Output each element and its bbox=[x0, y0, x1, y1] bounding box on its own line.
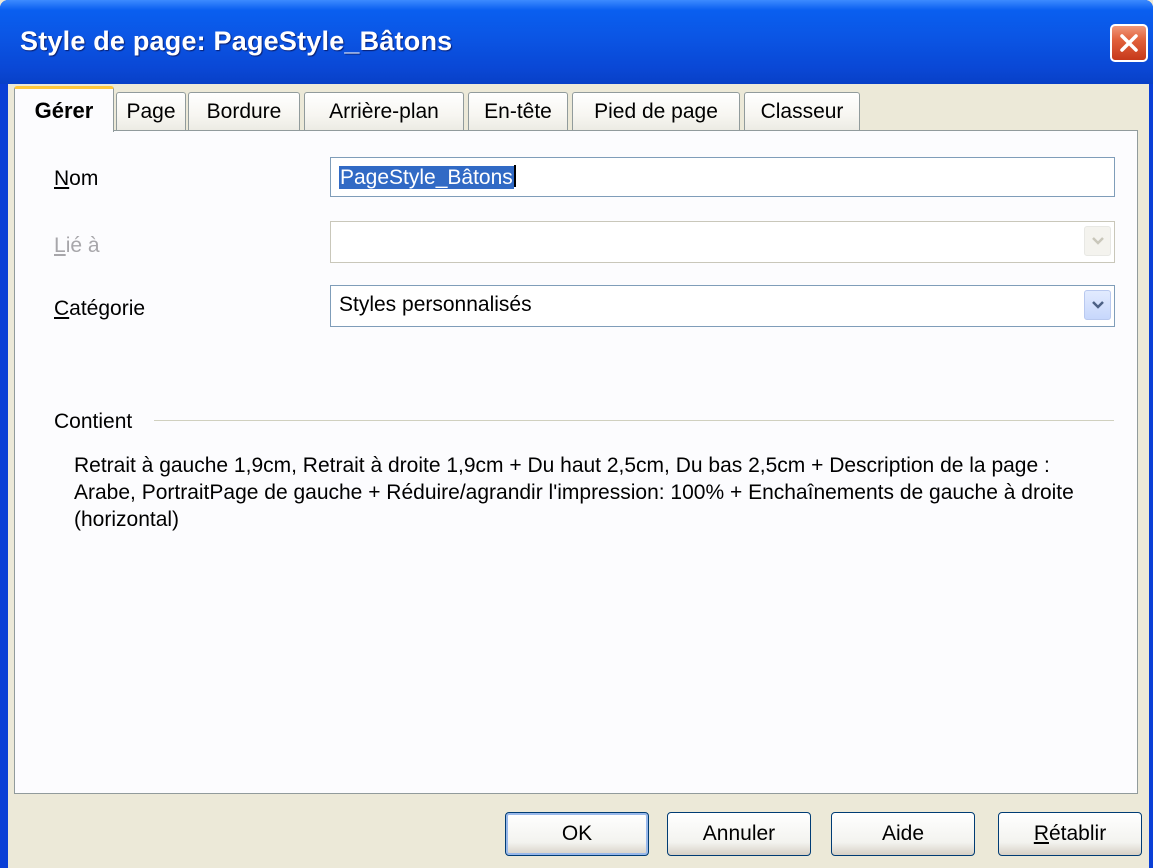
category-dropdown-button[interactable] bbox=[1084, 290, 1111, 320]
tab-label: Arrière-plan bbox=[329, 99, 439, 123]
contains-description: Retrait à gauche 1,9cm, Retrait à droite… bbox=[74, 454, 1074, 531]
chevron-down-icon bbox=[1092, 237, 1104, 245]
name-input[interactable]: PageStyle_Bâtons bbox=[330, 157, 1115, 197]
help-button[interactable]: Aide bbox=[831, 812, 975, 856]
tab-label: Bordure bbox=[206, 99, 282, 123]
dialog-title: Style de page: PageStyle_Bâtons bbox=[20, 26, 453, 56]
close-button[interactable] bbox=[1110, 24, 1148, 62]
category-value: Styles personnalisés bbox=[339, 293, 532, 316]
name-input-value: PageStyle_Bâtons bbox=[339, 166, 514, 189]
linked-to-select[interactable] bbox=[330, 221, 1115, 263]
name-label: Nom bbox=[54, 167, 99, 190]
tab-classeur[interactable]: Classeur bbox=[744, 92, 860, 130]
contains-heading: Contient bbox=[54, 410, 133, 433]
section-divider bbox=[154, 420, 1114, 421]
tab-label: Classeur bbox=[760, 99, 844, 123]
title-bar[interactable]: Style de page: PageStyle_Bâtons bbox=[0, 0, 1153, 84]
tab-gerer[interactable]: Gérer bbox=[14, 86, 114, 132]
linked-to-label: Lié à bbox=[54, 234, 100, 257]
text-caret bbox=[513, 165, 516, 187]
tab-label: Pied de page bbox=[594, 99, 718, 123]
ok-button[interactable]: OK bbox=[505, 812, 649, 856]
cancel-button[interactable]: Annuler bbox=[667, 812, 811, 856]
tab-label: En-tête bbox=[484, 99, 552, 123]
close-icon bbox=[1120, 34, 1138, 52]
tab-bordure[interactable]: Bordure bbox=[188, 92, 300, 130]
category-label: Catégorie bbox=[54, 297, 146, 320]
tab-page[interactable]: Page bbox=[116, 92, 186, 130]
linked-to-dropdown-button[interactable] bbox=[1084, 226, 1111, 256]
reset-button[interactable]: Rétablir bbox=[998, 812, 1142, 856]
tab-label: Page bbox=[126, 99, 176, 123]
tab-pied-de-page[interactable]: Pied de page bbox=[572, 92, 740, 130]
category-select[interactable]: Styles personnalisés bbox=[330, 285, 1115, 327]
tab-label: Gérer bbox=[34, 97, 94, 123]
tab-arriere-plan[interactable]: Arrière-plan bbox=[304, 92, 464, 130]
tab-en-tete[interactable]: En-tête bbox=[468, 92, 568, 130]
chevron-down-icon bbox=[1092, 301, 1104, 309]
